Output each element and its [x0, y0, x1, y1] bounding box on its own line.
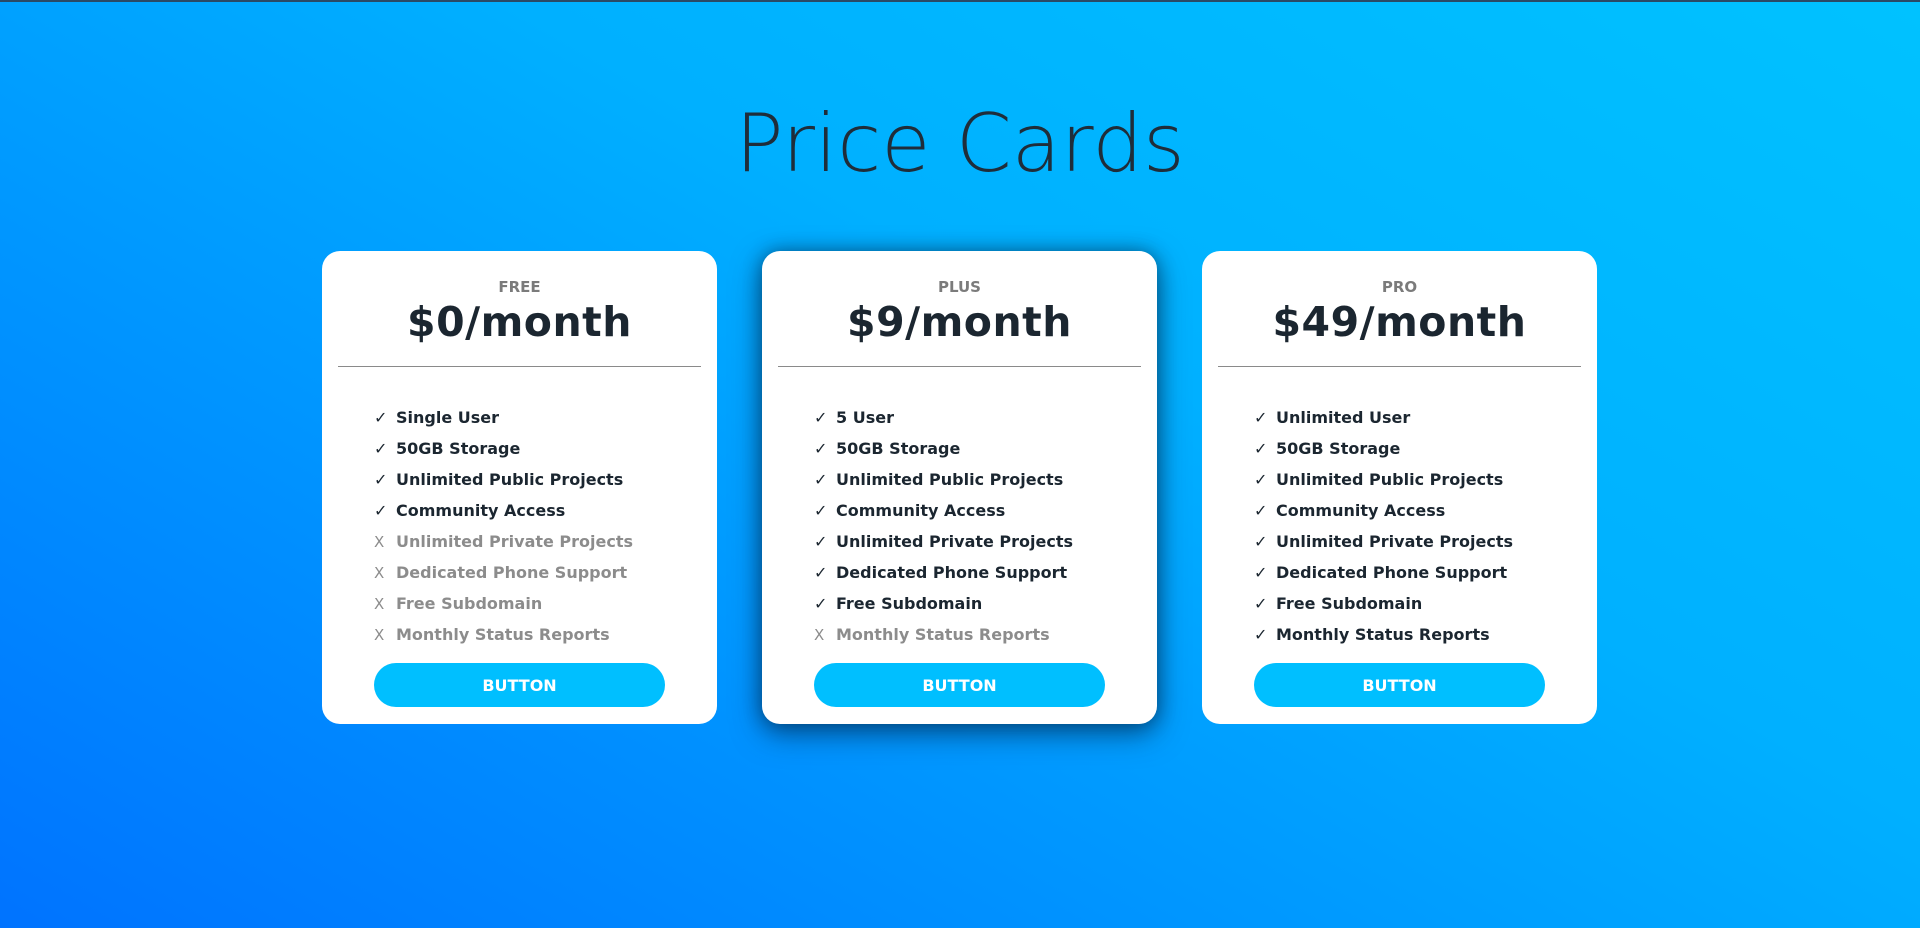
feature-item: ✓ Free Subdomain — [1254, 588, 1577, 619]
feature-label: 5 User — [836, 408, 894, 427]
check-icon: ✓ — [374, 408, 388, 427]
cross-icon: X — [374, 625, 385, 644]
plan-name: FREE — [498, 278, 541, 296]
divider — [778, 366, 1141, 367]
pro-plan-button[interactable]: BUTTON — [1254, 663, 1545, 707]
check-icon: ✓ — [814, 501, 828, 520]
feature-item: ✓ Unlimited User — [1254, 402, 1577, 433]
check-icon: ✓ — [374, 439, 388, 458]
cross-icon: X — [374, 532, 385, 551]
feature-item: ✓ Unlimited Public Projects — [374, 464, 697, 495]
check-icon: ✓ — [1254, 501, 1268, 520]
divider — [338, 366, 701, 367]
check-icon: ✓ — [814, 408, 828, 427]
plan-name: PRO — [1381, 278, 1418, 296]
feature-label: 50GB Storage — [1276, 439, 1401, 458]
feature-list: ✓ Unlimited User ✓ 50GB Storage ✓ Unlimited P… — [1254, 402, 1577, 650]
feature-label: Unlimited Public Projects — [1276, 470, 1504, 489]
check-icon: ✓ — [1254, 532, 1268, 551]
plus-plan-button[interactable]: BUTTON — [814, 663, 1105, 707]
feature-label: Dedicated Phone Support — [1276, 563, 1508, 582]
price-cards-container: FREE $0/month ✓ Single User ✓ 50GB Storage ✓… — [322, 251, 1597, 724]
check-icon: ✓ — [374, 501, 388, 520]
check-icon: ✓ — [814, 470, 828, 489]
price-card-free: FREE $0/month ✓ Single User ✓ 50GB Storage ✓… — [322, 251, 717, 724]
top-border — [0, 0, 1920, 2]
feature-label: Free Subdomain — [1276, 594, 1423, 613]
plan-price: $9/month — [847, 298, 1072, 346]
feature-label: Unlimited Private Projects — [396, 532, 634, 551]
check-icon: ✓ — [1254, 563, 1268, 582]
feature-item: ✓ Unlimited Public Projects — [1254, 464, 1577, 495]
feature-item: X Unlimited Private Projects — [374, 526, 697, 557]
feature-item: ✓ 50GB Storage — [374, 433, 697, 464]
feature-item: ✓ 50GB Storage — [1254, 433, 1577, 464]
feature-label: Unlimited Public Projects — [396, 470, 624, 489]
cross-icon: X — [374, 594, 385, 613]
feature-item: X Free Subdomain — [374, 588, 697, 619]
check-icon: ✓ — [1254, 625, 1268, 644]
feature-item: ✓ 5 User — [814, 402, 1137, 433]
feature-label: Community Access — [396, 501, 566, 520]
cross-icon: X — [814, 625, 825, 644]
feature-item: ✓ Community Access — [814, 495, 1137, 526]
check-icon: ✓ — [1254, 439, 1268, 458]
feature-label: Free Subdomain — [836, 594, 983, 613]
feature-item: ✓ Free Subdomain — [814, 588, 1137, 619]
check-icon: ✓ — [374, 470, 388, 489]
feature-label: 50GB Storage — [836, 439, 961, 458]
feature-item: ✓ Dedicated Phone Support — [1254, 557, 1577, 588]
check-icon: ✓ — [1254, 408, 1268, 427]
feature-item: X Monthly Status Reports — [814, 619, 1137, 650]
feature-label: Single User — [396, 408, 500, 427]
feature-label: Dedicated Phone Support — [836, 563, 1068, 582]
check-icon: ✓ — [814, 439, 828, 458]
feature-label: Unlimited User — [1276, 408, 1411, 427]
price-card-plus: PLUS $9/month ✓ 5 User ✓ 50GB Storage ✓ Unlim… — [762, 251, 1157, 724]
feature-label: Unlimited Private Projects — [836, 532, 1074, 551]
plan-price: $0/month — [407, 298, 632, 346]
feature-item: ✓ Unlimited Private Projects — [1254, 526, 1577, 557]
free-plan-button[interactable]: BUTTON — [374, 663, 665, 707]
feature-item: ✓ Monthly Status Reports — [1254, 619, 1577, 650]
feature-item: ✓ Community Access — [1254, 495, 1577, 526]
check-icon: ✓ — [814, 594, 828, 613]
feature-label: Free Subdomain — [396, 594, 543, 613]
feature-item: ✓ Unlimited Public Projects — [814, 464, 1137, 495]
check-icon: ✓ — [814, 532, 828, 551]
feature-list: ✓ 5 User ✓ 50GB Storage ✓ Unlimited Public Pr… — [814, 402, 1137, 650]
feature-item: ✓ Single User — [374, 402, 697, 433]
feature-item: ✓ 50GB Storage — [814, 433, 1137, 464]
feature-label: Monthly Status Reports — [836, 625, 1050, 644]
feature-label: 50GB Storage — [396, 439, 521, 458]
feature-label: Monthly Status Reports — [1276, 625, 1490, 644]
page-title: Price Cards — [735, 97, 1185, 190]
feature-label: Monthly Status Reports — [396, 625, 610, 644]
feature-label: Unlimited Private Projects — [1276, 532, 1514, 551]
feature-item: ✓ Dedicated Phone Support — [814, 557, 1137, 588]
feature-item: ✓ Community Access — [374, 495, 697, 526]
feature-label: Unlimited Public Projects — [836, 470, 1064, 489]
feature-item: X Monthly Status Reports — [374, 619, 697, 650]
plan-price: $49/month — [1272, 298, 1527, 346]
check-icon: ✓ — [1254, 470, 1268, 489]
plan-name: PLUS — [937, 278, 981, 296]
feature-list: ✓ Single User ✓ 50GB Storage ✓ Unlimited Publ… — [374, 402, 697, 650]
feature-label: Community Access — [836, 501, 1006, 520]
check-icon: ✓ — [814, 563, 828, 582]
check-icon: ✓ — [1254, 594, 1268, 613]
cross-icon: X — [374, 563, 385, 582]
feature-item: ✓ Unlimited Private Projects — [814, 526, 1137, 557]
feature-item: X Dedicated Phone Support — [374, 557, 697, 588]
divider — [1218, 366, 1581, 367]
feature-label: Dedicated Phone Support — [396, 563, 628, 582]
feature-label: Community Access — [1276, 501, 1446, 520]
price-card-pro: PRO $49/month ✓ Unlimited User ✓ 50GB Stora… — [1202, 251, 1597, 724]
